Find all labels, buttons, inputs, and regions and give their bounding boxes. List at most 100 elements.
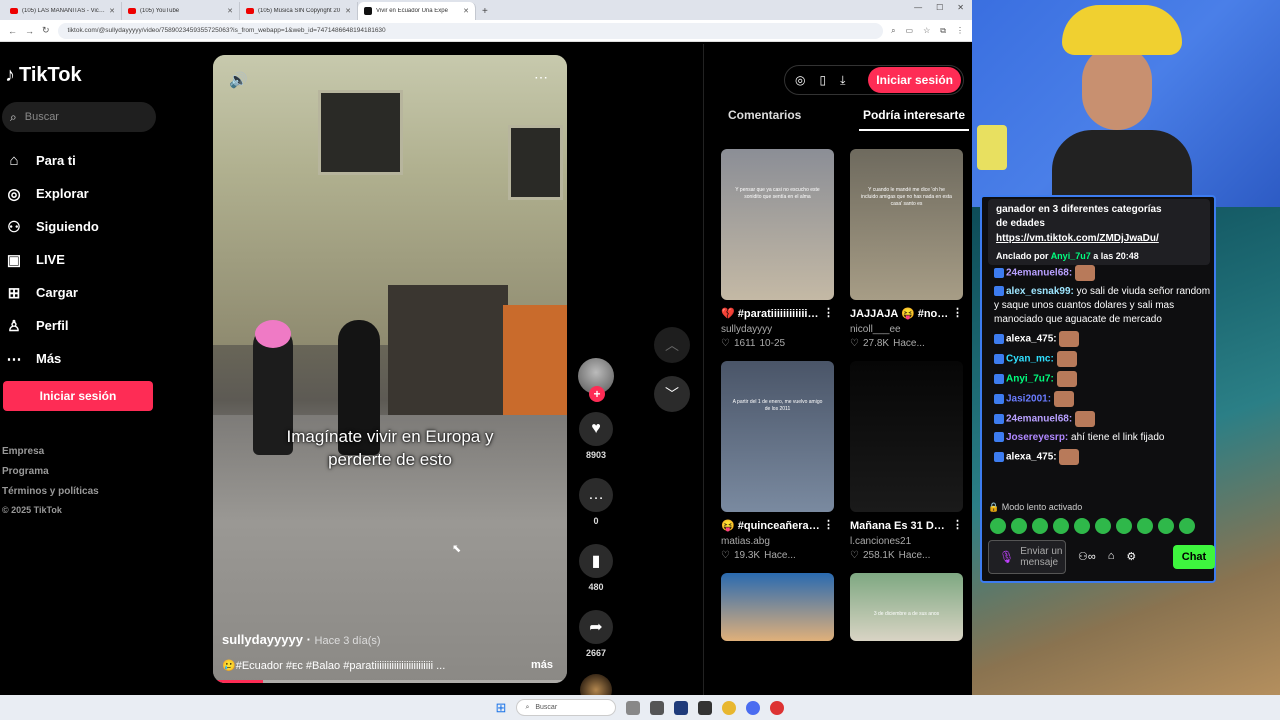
tiktok-logo[interactable]: ♪ TikTok <box>5 64 82 87</box>
card-author[interactable]: l.canciones21 <box>850 536 963 547</box>
emote-icon[interactable] <box>1158 518 1174 534</box>
chat-username[interactable]: alexa_475: <box>1006 452 1057 463</box>
comment-action[interactable]: … 0 <box>576 478 616 526</box>
emote-icon[interactable] <box>1137 518 1153 534</box>
emote-icon[interactable] <box>1032 518 1048 534</box>
recommended-video-card[interactable]: Mañana Es 31 De Diciembre #fyp...⋮ l.canc… <box>850 361 963 561</box>
chat-username[interactable]: Anyi_7u7: <box>1006 374 1054 385</box>
video-thumbnail[interactable]: 3 de diciembre a de sus anos <box>850 573 963 641</box>
taskbar-app-icon[interactable] <box>698 700 713 715</box>
close-tab-icon[interactable]: ✕ <box>463 7 469 15</box>
recommended-video-card[interactable]: 3 de diciembre a de sus anos <box>850 573 963 641</box>
close-tab-icon[interactable]: ✕ <box>345 7 351 15</box>
settings-gear-icon[interactable]: ⚙ <box>1126 550 1136 563</box>
share-icon[interactable]: ➦ <box>579 610 613 644</box>
video-thumbnail[interactable]: A partir del 1 de enero, me vuelvo amigo… <box>721 361 834 512</box>
card-options-icon[interactable]: ⋮ <box>823 306 834 322</box>
chat-username[interactable]: 24emanuel68: <box>1006 414 1072 425</box>
device-icon[interactable]: ▯ <box>819 73 826 87</box>
video-thumbnail[interactable] <box>721 573 834 641</box>
back-icon[interactable]: ← <box>8 26 17 36</box>
chat-username[interactable]: alexa_475: <box>1006 334 1057 345</box>
video-thumbnail[interactable]: Y pensar que ya casi no escucho este son… <box>721 149 834 300</box>
menu-icon[interactable]: ⋮ <box>956 26 964 36</box>
video-more-link[interactable]: más <box>531 659 553 671</box>
cast-icon[interactable]: ▭ <box>906 26 914 36</box>
card-author[interactable]: matias.abg <box>721 536 834 547</box>
store-icon[interactable]: ⌂ <box>1108 550 1115 563</box>
bookmark-star-icon[interactable]: ☆ <box>923 26 930 36</box>
footer-link-programa[interactable]: Programa <box>2 462 99 482</box>
save-action[interactable]: ▮ 480 <box>576 544 616 592</box>
video-thumbnail[interactable]: Y cuando le mandé me dice 'oh he incluid… <box>850 149 963 300</box>
chat-input[interactable]: 🎙 Enviar un mensaje <box>988 540 1066 574</box>
recommended-video-card[interactable]: A partir del 1 de enero, me vuelvo amigo… <box>721 361 834 561</box>
card-options-icon[interactable]: ⋮ <box>823 518 834 534</box>
recommended-video-card[interactable]: Y pensar que ya casi no escucho este son… <box>721 149 834 349</box>
tab-comentarios[interactable]: Comentarios <box>724 106 805 131</box>
forward-icon[interactable]: → <box>25 26 34 36</box>
creator-avatar[interactable]: + <box>578 358 614 402</box>
next-video-button[interactable]: ﹀ <box>654 376 690 412</box>
video-options-icon[interactable]: ⋯ <box>534 69 549 86</box>
taskbar-app-icon[interactable] <box>626 700 641 715</box>
volume-icon[interactable]: 🔊 <box>229 71 248 89</box>
taskbar-search[interactable]: ⌕ Buscar <box>516 699 617 716</box>
taskbar-app-icon[interactable] <box>674 700 689 715</box>
video-description[interactable]: 🥲#Ecuador #ᴇᴄ #Balao #paratiiiiiiiiiiiii… <box>222 659 482 672</box>
recommended-video-card[interactable]: Y cuando le mandé me dice 'oh he incluid… <box>850 149 963 349</box>
emote-icon[interactable] <box>1074 518 1090 534</box>
close-tab-icon[interactable]: ✕ <box>227 7 233 15</box>
taskbar-app-icon[interactable] <box>770 700 785 715</box>
browser-tab[interactable]: (105) LAS MAÑANITAS - Vicen ✕ <box>4 2 122 20</box>
close-window-icon[interactable]: ✕ <box>957 3 964 12</box>
emote-icon[interactable] <box>1095 518 1111 534</box>
sidebar-item-mas[interactable]: ⋯ Más <box>4 342 99 375</box>
search-input[interactable]: ⌕ Buscar <box>2 102 156 132</box>
new-tab-button[interactable]: + <box>476 6 494 20</box>
video-thumbnail[interactable] <box>850 361 963 512</box>
video-player[interactable]: 🔊 ⋯ Imagínate vivir en Europa y perderte… <box>213 55 567 683</box>
bookmark-icon[interactable]: ▮ <box>579 544 613 578</box>
card-title[interactable]: JAJJAJA 😝 #nohumor... <box>850 306 950 322</box>
compass-icon[interactable]: ◎ <box>795 73 805 87</box>
chat-username[interactable]: Cyan_mc: <box>1006 354 1054 365</box>
follow-plus-icon[interactable]: + <box>589 386 605 402</box>
emote-icon[interactable] <box>1011 518 1027 534</box>
chat-send-button[interactable]: Chat <box>1173 545 1215 569</box>
card-title[interactable]: 💔 #parati​iiiiiiiiiiiiiiiiii... <box>721 306 821 322</box>
login-button-top[interactable]: Iniciar sesión <box>868 67 961 93</box>
tab-podria-interesarte[interactable]: Podría interesarte <box>858 106 969 131</box>
windows-start-icon[interactable]: ⊞ <box>496 700 507 716</box>
sidebar-item-para-ti[interactable]: ⌂ Para ti <box>4 144 99 177</box>
emote-icon[interactable] <box>1053 518 1069 534</box>
heart-icon[interactable]: ♥ <box>579 412 613 446</box>
login-button-sidebar[interactable]: Iniciar sesión <box>3 381 153 411</box>
maximize-icon[interactable]: ☐ <box>936 3 943 12</box>
like-action[interactable]: ♥ 8903 <box>576 412 616 460</box>
chat-username[interactable]: alex_esnak99: <box>1006 286 1074 297</box>
close-tab-icon[interactable]: ✕ <box>109 7 115 15</box>
sidebar-item-live[interactable]: ▣ LIVE <box>4 243 99 276</box>
video-author[interactable]: sullydayyyyy · Hace 3 día(s) <box>222 632 381 647</box>
browser-tab-active[interactable]: Vivir en Ecuador Una Expe ✕ <box>358 2 476 20</box>
sidebar-item-perfil[interactable]: ♙ Perfil <box>4 309 99 342</box>
card-title[interactable]: 😝 #quinceañera#vi... <box>721 518 821 534</box>
footer-link-terminos[interactable]: Términos y políticas <box>2 482 99 502</box>
comment-icon[interactable]: … <box>579 478 613 512</box>
card-options-icon[interactable]: ⋮ <box>952 518 963 534</box>
chat-username[interactable]: Josereyesrp: <box>1006 432 1068 443</box>
pinned-link[interactable]: https://vm.tiktok.com/ZMDjJwaDu/ <box>996 231 1202 247</box>
emote-icon[interactable] <box>990 518 1006 534</box>
extensions-icon[interactable]: ⧉ <box>940 26 946 36</box>
sidebar-item-explorar[interactable]: ◎ Explorar <box>4 177 99 210</box>
video-progress-bar[interactable] <box>213 680 567 683</box>
emote-icon[interactable] <box>1179 518 1195 534</box>
zoom-icon[interactable]: ⌕ <box>891 26 895 36</box>
taskbar-app-icon[interactable] <box>746 700 761 715</box>
recommended-video-card[interactable] <box>721 573 834 641</box>
download-icon[interactable]: ⤓ <box>840 73 845 88</box>
sidebar-item-cargar[interactable]: ⊞ Cargar <box>4 276 99 309</box>
browser-tab[interactable]: (105) YouTube ✕ <box>122 2 240 20</box>
card-title[interactable]: Mañana Es 31 De Diciembre #fyp... <box>850 518 950 534</box>
